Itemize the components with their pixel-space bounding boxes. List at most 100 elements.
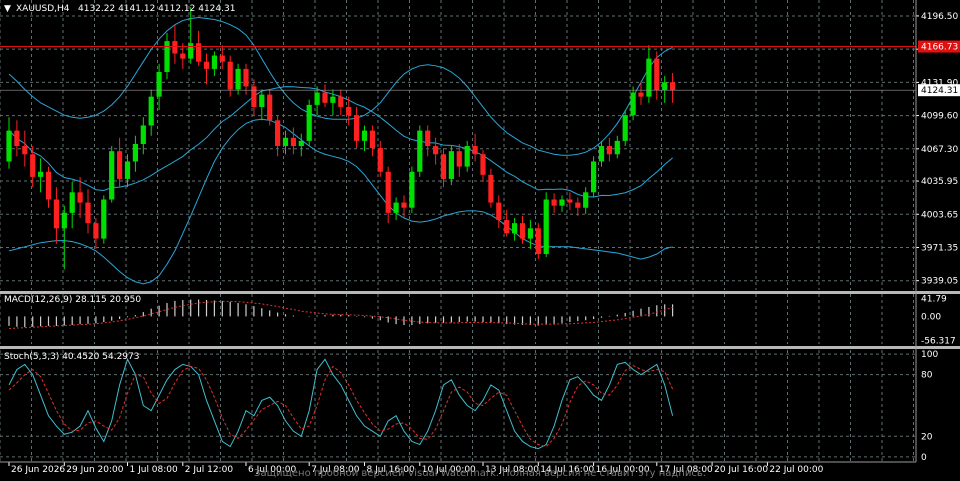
candle-body <box>101 199 107 239</box>
candle <box>527 220 533 249</box>
candle-body <box>259 94 265 107</box>
stoch-tick-label: 80 <box>921 371 933 381</box>
candle-body <box>330 96 336 103</box>
candle-body <box>464 146 470 167</box>
candle-body <box>306 104 312 141</box>
macd-tick-label: -56.317 <box>921 337 956 347</box>
candle <box>322 84 328 107</box>
price-tick-label: 4099.60 <box>921 112 958 122</box>
candle-body <box>164 41 170 72</box>
candle <box>148 89 154 136</box>
candle-body <box>45 171 52 200</box>
candle <box>543 192 549 258</box>
candle-body <box>456 151 462 167</box>
candle-body <box>124 161 131 179</box>
candle <box>409 166 415 213</box>
candle-body <box>69 192 75 213</box>
symbol-label: XAUUSD,H4 <box>16 4 70 14</box>
bollinger-bands <box>8 16 673 285</box>
candle <box>109 146 115 203</box>
candle-body <box>567 199 573 203</box>
pane-separator <box>0 291 960 294</box>
stoch-signal-line <box>8 364 674 448</box>
candle <box>361 125 368 152</box>
candle-body <box>219 55 225 62</box>
candle <box>496 195 502 229</box>
candle-body <box>275 120 281 147</box>
stoch-tick-label: 0 <box>921 453 927 463</box>
watermark-text: Защищено пробной версией Visual Watermar… <box>254 468 706 479</box>
time-tick-label: 22 Jul 00:00 <box>769 465 823 475</box>
candle-body <box>417 130 423 172</box>
candle-body <box>527 228 533 239</box>
candle-body <box>622 115 628 141</box>
candle-body <box>322 92 328 103</box>
candle <box>290 127 296 155</box>
candle <box>448 146 454 186</box>
candle-body <box>654 58 660 91</box>
chart-canvas[interactable]: 4196.504164.204131.904099.604067.304035.… <box>0 0 960 481</box>
candle <box>164 32 170 80</box>
candle <box>583 187 589 214</box>
pane-separator <box>0 346 960 349</box>
candle-body <box>267 94 273 121</box>
candle-body <box>93 223 99 239</box>
candle-body <box>180 53 186 59</box>
candle <box>369 125 375 157</box>
candle-body <box>606 146 612 155</box>
candle-body <box>369 130 375 149</box>
candle-body <box>591 161 597 193</box>
candle <box>535 223 541 260</box>
price-levels <box>0 46 916 91</box>
ohlc-label: 4132.22 4141.12 4112.12 4124.31 <box>78 4 235 14</box>
candle-body <box>156 71 162 97</box>
stochastic-pane <box>8 357 674 450</box>
price-tick-label: 3971.35 <box>921 243 958 253</box>
stoch-label: Stoch(5,3,3) 40.4520 54.2973 <box>4 352 139 362</box>
macd-tick-label: 41.79 <box>921 294 947 304</box>
candle-body <box>188 43 194 59</box>
candle <box>551 193 557 213</box>
candle-body <box>385 171 391 213</box>
candle-body <box>338 96 344 107</box>
candle-body <box>314 92 320 105</box>
candle <box>6 117 12 169</box>
time-tick-label: 1 Jul 08:00 <box>130 465 179 475</box>
candle-body <box>551 199 557 206</box>
candle <box>22 130 28 167</box>
candle-body <box>662 82 668 91</box>
candle <box>622 110 628 147</box>
candle-body <box>472 146 478 155</box>
macd-label: MACD(12,26,9) 28.115 20.950 <box>4 295 141 305</box>
candle <box>575 197 581 216</box>
candle-body <box>14 130 20 147</box>
candle-body <box>425 130 431 147</box>
candle-body <box>6 130 12 162</box>
candle-body <box>480 154 486 175</box>
candle <box>606 137 612 162</box>
candle <box>488 168 494 208</box>
candle-body <box>172 41 178 54</box>
candle <box>425 125 431 157</box>
candle-body <box>22 146 28 155</box>
time-tick-label: 29 Jun 20:00 <box>66 465 123 475</box>
candle-body <box>614 140 620 155</box>
resistance-tag-label: 4166.73 <box>921 43 958 53</box>
candle <box>85 189 91 234</box>
candle-body <box>243 68 249 87</box>
price-tick-label: 4035.95 <box>921 177 958 187</box>
candle <box>662 76 668 103</box>
candle <box>417 125 423 177</box>
candle-body <box>512 223 518 234</box>
candle-body <box>117 151 123 179</box>
bollinger-upper <box>8 16 673 156</box>
candle <box>670 73 676 103</box>
candle <box>338 89 344 116</box>
candle-body <box>377 148 383 172</box>
candle-body <box>583 192 589 208</box>
candle-body <box>519 223 526 239</box>
candle-body <box>227 61 233 90</box>
candle-body <box>30 154 36 177</box>
candle <box>196 30 202 66</box>
candle-body <box>77 192 83 203</box>
